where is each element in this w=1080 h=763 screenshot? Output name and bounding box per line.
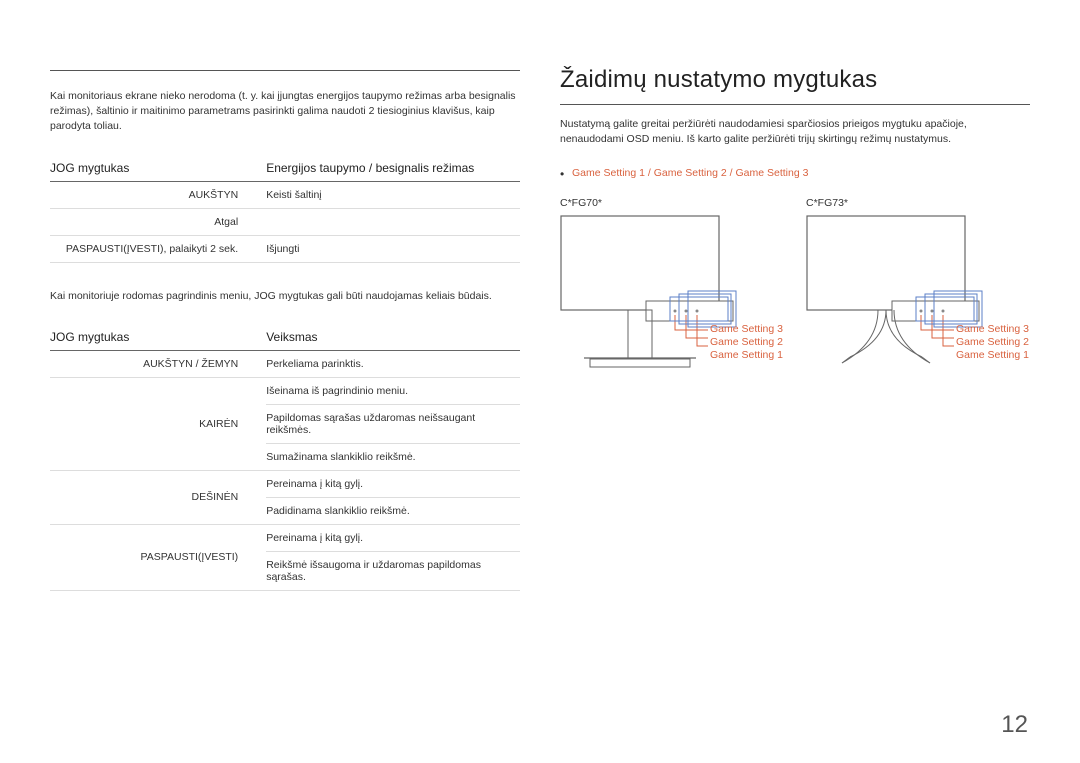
table2-head2: Veiksmas <box>266 324 520 351</box>
table1-head1: JOG mygtukas <box>50 155 266 182</box>
legend-item: Game Setting 3 <box>956 323 1029 336</box>
legend-item: Game Setting 1 <box>956 349 1029 362</box>
table-row: DEŠINĖN Pereinama į kitą gylį. <box>50 470 520 497</box>
legend-item: Game Setting 2 <box>956 336 1029 349</box>
setting-item: Game Setting 1 <box>572 167 645 179</box>
table-row: Atgal <box>50 208 520 235</box>
right-column: Žaidimų nustatymo mygtukas Nustatymą gal… <box>560 70 1030 617</box>
setting-item: Game Setting 3 <box>735 167 808 179</box>
model-label: C*FG73* <box>806 197 1034 209</box>
setting-item: Game Setting 2 <box>654 167 727 179</box>
game-setting-bullet: Game Setting 1 / Game Setting 2 / Game S… <box>572 167 1030 179</box>
table-row: PASPAUSTI(ĮVESTI) Pereinama į kitą gylį. <box>50 524 520 551</box>
table-row: PASPAUSTI(ĮVESTI), palaikyti 2 sek. Išju… <box>50 235 520 262</box>
section-title: Žaidimų nustatymo mygtukas <box>560 66 1030 105</box>
model-diagrams: C*FG70* <box>560 197 1030 400</box>
left-column: Kai monitoriaus ekrane nieko nerodoma (t… <box>50 70 520 617</box>
monitor-icon <box>806 215 1034 395</box>
legend-item: Game Setting 2 <box>710 336 783 349</box>
jog-table-actions: JOG mygtukas Veiksmas AUKŠTYN / ŽEMYN Pe… <box>50 324 520 591</box>
table-row: AUKŠTYN Keisti šaltinį <box>50 181 520 208</box>
intro-paragraph-1: Kai monitoriaus ekrane nieko nerodoma (t… <box>50 89 520 135</box>
model-label: C*FG70* <box>560 197 788 209</box>
intro-paragraph-2: Kai monitoriuje rodomas pagrindinis meni… <box>50 289 520 304</box>
table1-head2: Energijos taupymo / besignalis režimas <box>266 155 520 182</box>
table-row: KAIRĖN Išeinama iš pagrindinio meniu. <box>50 377 520 404</box>
jog-table-power: JOG mygtukas Energijos taupymo / besigna… <box>50 155 520 263</box>
monitor-icon <box>560 215 788 395</box>
legend-item: Game Setting 1 <box>710 349 783 362</box>
model-cfg70: C*FG70* <box>560 197 788 400</box>
right-intro: Nustatymą galite greitai peržiūrėti naud… <box>560 117 1030 147</box>
model-cfg73: C*FG73* <box>806 197 1034 400</box>
legend-item: Game Setting 3 <box>710 323 783 336</box>
table2-head1: JOG mygtukas <box>50 324 266 351</box>
page-number: 12 <box>1001 711 1028 739</box>
table-row: AUKŠTYN / ŽEMYN Perkeliama parinktis. <box>50 350 520 377</box>
